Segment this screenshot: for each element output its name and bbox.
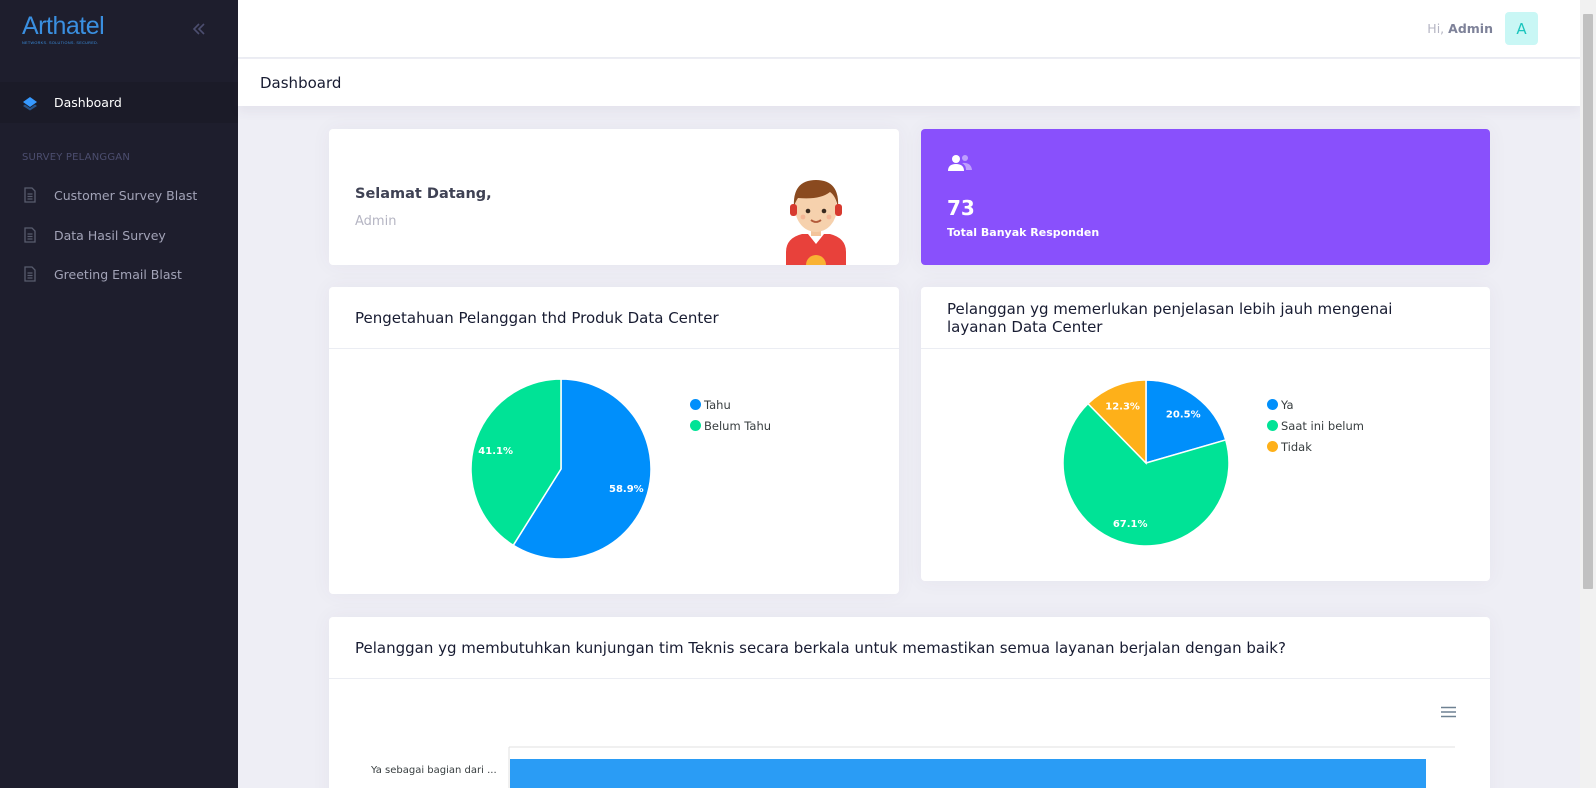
- legend-item-tahu[interactable]: Tahu: [690, 394, 771, 415]
- card-header: Pengetahuan Pelanggan thd Produk Data Ce…: [329, 287, 899, 349]
- legend-marker: [1267, 420, 1278, 431]
- scrollbar-thumb[interactable]: [1583, 14, 1593, 589]
- sidebar-item-label: Customer Survey Blast: [54, 187, 198, 203]
- chart-menu-icon[interactable]: [1441, 706, 1456, 718]
- knowledge-chart-card: Pengetahuan Pelanggan thd Produk Data Ce…: [329, 287, 899, 594]
- welcome-card: Selamat Datang, Admin: [329, 129, 899, 265]
- bar-category-label: Ya sebagai bagian dari ...: [371, 765, 497, 776]
- pie-data-label: 67.1%: [1113, 519, 1148, 530]
- welcome-title: Selamat Datang,: [355, 186, 492, 202]
- customer-service-illustration: [786, 180, 846, 265]
- legend-item-ya[interactable]: Ya: [1267, 394, 1364, 415]
- sidebar-item-label: Greeting Email Blast: [54, 266, 182, 282]
- pie-data-label: 12.3%: [1105, 402, 1140, 413]
- chart-title-line: Pelanggan yg memerlukan penjelasan lebih…: [947, 300, 1393, 318]
- sidebar-item-label: Data Hasil Survey: [54, 227, 166, 243]
- brand-tagline: NETWORKS. SOLUTIONS. SECURED.: [22, 41, 99, 45]
- total-respondents-card: 73 Total Banyak Responden: [921, 129, 1490, 265]
- chart-title: Pelanggan yg memerlukan penjelasan lebih…: [947, 300, 1392, 336]
- sidebar-item-greeting-email-blast[interactable]: Greeting Email Blast: [22, 262, 182, 286]
- legend-item-belum-tahu[interactable]: Belum Tahu: [690, 415, 771, 436]
- document-icon: [22, 187, 38, 203]
- legend-label: Saat ini belum: [1281, 418, 1364, 433]
- knowledge-pie-chart: 58.9% 41.1%: [470, 378, 652, 560]
- sidebar-collapse-button[interactable]: [190, 20, 208, 38]
- topbar: Hi, Admin A: [238, 0, 1580, 58]
- double-chevron-left-icon: [192, 23, 205, 35]
- legend-item-tidak[interactable]: Tidak: [1267, 436, 1364, 457]
- document-icon: [22, 227, 38, 243]
- legend-item-saat-ini-belum[interactable]: Saat ini belum: [1267, 415, 1364, 436]
- page-scrollbar[interactable]: [1580, 0, 1596, 788]
- sidebar-item-data-hasil-survey[interactable]: Data Hasil Survey: [22, 223, 166, 247]
- chart-title-line: layanan Data Center: [947, 318, 1103, 336]
- legend-marker: [690, 420, 701, 431]
- legend-marker: [1267, 399, 1278, 410]
- legend-marker: [1267, 441, 1278, 452]
- chart-legend: Ya Saat ini belum Tidak: [1267, 394, 1364, 457]
- technical-visit-chart-card: Pelanggan yg membutuhkan kunjungan tim T…: [329, 617, 1490, 788]
- pie-data-label: 58.9%: [609, 484, 644, 495]
- page-title: Dashboard: [260, 73, 342, 92]
- brand-logo[interactable]: Arthatel NETWORKS. SOLUTIONS. SECURED.: [22, 12, 105, 45]
- respondent-count-label: Total Banyak Responden: [947, 226, 1100, 239]
- brand-name: Arthatel: [22, 12, 105, 40]
- sidebar: Arthatel NETWORKS. SOLUTIONS. SECURED. D…: [0, 0, 238, 788]
- avatar[interactable]: A: [1505, 12, 1538, 45]
- card-header: Pelanggan yg membutuhkan kunjungan tim T…: [329, 617, 1490, 679]
- brand-area: Arthatel NETWORKS. SOLUTIONS. SECURED.: [0, 0, 238, 58]
- chart-legend: Tahu Belum Tahu: [690, 394, 771, 436]
- explanation-chart-card: Pelanggan yg memerlukan penjelasan lebih…: [921, 287, 1490, 581]
- pie-data-label: 20.5%: [1166, 409, 1201, 420]
- bar-ya-sebagai-bagian: [510, 759, 1426, 788]
- greeting-text: Hi,: [1427, 21, 1445, 36]
- document-icon: [22, 266, 38, 282]
- legend-label: Tidak: [1281, 439, 1312, 454]
- user-menu-toggle[interactable]: Hi, Admin A: [1427, 12, 1538, 45]
- layers-icon: [22, 95, 38, 111]
- sidebar-item-customer-survey-blast[interactable]: Customer Survey Blast: [22, 183, 197, 207]
- sidebar-item-dashboard[interactable]: Dashboard: [0, 82, 238, 123]
- card-header: Pelanggan yg memerlukan penjelasan lebih…: [921, 287, 1490, 349]
- users-icon: [948, 155, 972, 171]
- legend-label: Ya: [1281, 397, 1294, 412]
- technical-visit-bar-chart: [508, 746, 1455, 788]
- legend-marker: [690, 399, 701, 410]
- legend-label: Tahu: [704, 397, 731, 412]
- respondent-count: 73: [947, 196, 975, 220]
- legend-label: Belum Tahu: [704, 418, 772, 433]
- explanation-pie-chart: 20.5% 67.1% 12.3%: [1062, 379, 1230, 547]
- pie-data-label: 41.1%: [478, 446, 513, 457]
- sidebar-item-label: Dashboard: [54, 95, 122, 110]
- subheader: Dashboard: [238, 59, 1580, 106]
- user-name: Admin: [1448, 21, 1493, 36]
- chart-title: Pengetahuan Pelanggan thd Produk Data Ce…: [355, 309, 719, 327]
- chart-title: Pelanggan yg membutuhkan kunjungan tim T…: [355, 639, 1286, 657]
- sidebar-section-title: SURVEY PELANGGAN: [22, 152, 131, 163]
- welcome-name: Admin: [355, 214, 397, 229]
